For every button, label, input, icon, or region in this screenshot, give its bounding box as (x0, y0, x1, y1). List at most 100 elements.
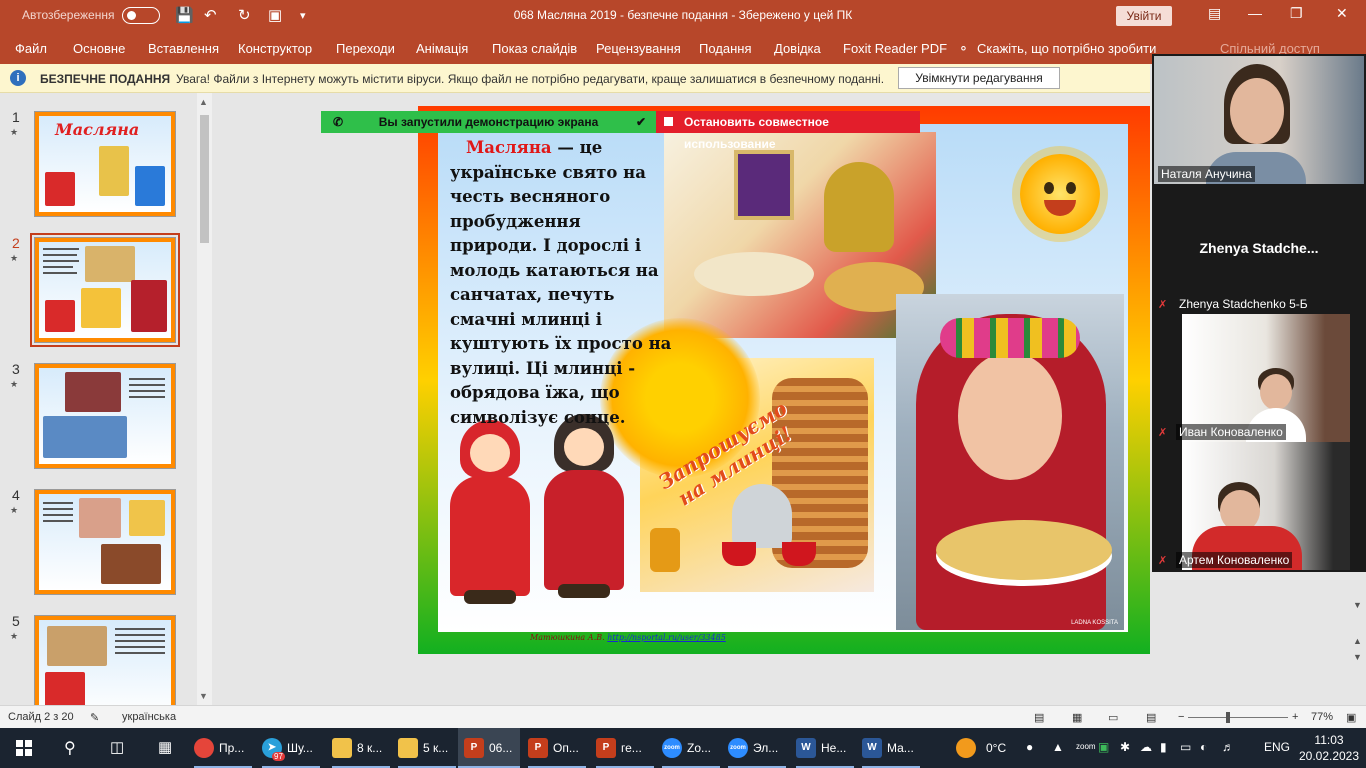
show-hidden-icons[interactable]: ▲ (1052, 740, 1064, 754)
phone-icon: ✆ (333, 115, 344, 129)
tab-review[interactable]: Рецензування (596, 41, 681, 56)
display-icon[interactable]: ▭ (1180, 740, 1191, 754)
signin-button[interactable]: Увійти (1116, 6, 1172, 26)
participant-video[interactable]: ✗ Иван Коноваленко (1154, 314, 1364, 442)
restore-icon[interactable]: ❐ (1290, 5, 1303, 22)
windows-start-icon[interactable] (16, 740, 32, 756)
slide-content: Запрошуємо на млинці! LADNA KOSSITA Масл… (438, 124, 1128, 632)
zoom-out-icon[interactable]: − (1178, 711, 1184, 723)
tab-animations[interactable]: Анімація (416, 41, 468, 56)
tab-view[interactable]: Подання (699, 41, 752, 56)
slide-sorter-icon[interactable]: ▦ (1072, 711, 1082, 724)
taskbar-app-zoom[interactable]: zoom Zo... (662, 728, 720, 768)
tray-green-icon[interactable]: ▣ (1098, 740, 1109, 754)
participant-name: Наталя Анучина (1158, 166, 1255, 182)
canvas-scrollbar[interactable]: ▼ ▲ ▼ (1350, 572, 1366, 704)
next-slide-icon[interactable]: ▼ (1353, 652, 1362, 662)
taskbar-app-word[interactable]: W Ма... (862, 728, 920, 768)
taskbar-app-zoom[interactable]: zoom Эл... (728, 728, 786, 768)
weather-temperature[interactable]: 0°C (986, 741, 1006, 755)
scroll-up-icon[interactable]: ▲ (199, 97, 208, 107)
title-bar: Автозбереження 💾 ↶ ↻ ▣ ▾ 068 Масляна 201… (0, 0, 1366, 32)
taskbar-app-folder-5[interactable]: 5 к... (398, 728, 456, 768)
task-view-icon[interactable]: ◫ (110, 738, 124, 756)
spellcheck-icon[interactable]: ✎ (90, 711, 99, 724)
participant-video[interactable]: Zhenya Stadche... ✗ Zhenya Stadchenko 5-… (1154, 186, 1364, 314)
thumbnail-slide-2[interactable]: 2 ★ (0, 219, 200, 347)
tab-file[interactable]: Файл (15, 41, 47, 56)
slide-preview[interactable] (34, 489, 176, 595)
onedrive-icon[interactable]: ☁ (1140, 740, 1152, 754)
taskbar-app-powerpoint[interactable]: P Оп... (528, 728, 586, 768)
taskbar-app-telegram[interactable]: ➤ 97 Шу... (262, 728, 320, 768)
battery-icon[interactable]: ▮ (1160, 740, 1167, 754)
prev-slide-icon[interactable]: ▲ (1353, 636, 1362, 646)
network-icon[interactable]: ◐ (1200, 740, 1207, 754)
bluetooth-icon[interactable]: ✱ (1120, 740, 1130, 754)
thumb-title: Масляна (55, 120, 140, 139)
taskbar-app-powerpoint[interactable]: P ге... (596, 728, 654, 768)
slide-number: 5 (12, 613, 20, 629)
stop-sharing-button[interactable]: Остановить совместное использование (656, 111, 920, 151)
tab-help[interactable]: Довідка (774, 41, 821, 56)
normal-view-icon[interactable]: ▤ (1034, 711, 1044, 724)
ribbon-display-icon[interactable]: ▤ (1208, 5, 1221, 22)
taskbar-app-word[interactable]: W Не... (796, 728, 854, 768)
volume-icon[interactable]: ♬ (1222, 740, 1234, 754)
scroll-thumb[interactable] (200, 115, 209, 243)
muted-mic-icon: ✗ (1158, 555, 1168, 567)
slideshow-icon[interactable]: ▤ (1146, 711, 1156, 724)
powerpoint-icon: P (528, 738, 548, 758)
protected-view-bar: i БЕЗПЕЧНЕ ПОДАННЯ Увага! Файли з Інтерн… (0, 64, 1150, 93)
tab-foxit[interactable]: Foxit Reader PDF (843, 41, 947, 56)
thumbnail-slide-4[interactable]: 4 ★ (0, 471, 200, 595)
tab-design[interactable]: Конструктор (238, 41, 312, 56)
zoom-slider[interactable] (1188, 717, 1288, 718)
tab-home[interactable]: Основне (73, 41, 125, 56)
thumbnail-slide-5[interactable]: 5 ★ (0, 597, 200, 721)
taskbar-app-powerpoint-active[interactable]: P 06... (458, 728, 520, 768)
enable-editing-button[interactable]: Увімкнути редагування (898, 67, 1060, 89)
thumbnail-slide-3[interactable]: 3 ★ (0, 345, 200, 469)
tab-insert[interactable]: Вставлення (148, 41, 219, 56)
word-icon: W (796, 738, 816, 758)
thumbnail-slide-1[interactable]: 1 ★ Масляна (0, 93, 200, 217)
taskbar-app-chrome[interactable]: Пр... (194, 728, 252, 768)
clock[interactable]: 11:03 20.02.2023 (1298, 732, 1360, 764)
tell-me-search[interactable]: Скажіть, що потрібно зробити (977, 41, 1156, 56)
girl-with-pancakes-image: LADNA KOSSITA (896, 294, 1124, 630)
participant-video[interactable]: Наталя Анучина (1154, 56, 1364, 184)
zoom-slider-thumb[interactable] (1226, 712, 1230, 723)
tray-app-icon[interactable]: ● (1026, 740, 1033, 754)
close-icon[interactable]: ✕ (1336, 5, 1348, 22)
language-indicator[interactable]: українська (122, 711, 176, 723)
fit-to-window-icon[interactable]: ▣ (1346, 711, 1356, 724)
slide-thumbnail-pane: 1 ★ Масляна 2 ★ 3 ★ 4 ★ 5 ★ (0, 93, 212, 721)
minimize-icon[interactable]: — (1248, 5, 1262, 21)
animation-star-icon: ★ (10, 505, 19, 515)
calculator-icon[interactable]: ▦ (158, 738, 172, 756)
reading-view-icon[interactable]: ▭ (1108, 711, 1118, 724)
scroll-down-icon[interactable]: ▼ (199, 691, 208, 701)
zoom-tray-icon[interactable]: zoom (1076, 742, 1096, 751)
zoom-in-icon[interactable]: + (1292, 711, 1298, 723)
protected-view-title: БЕЗПЕЧНЕ ПОДАННЯ (40, 72, 171, 86)
input-language[interactable]: ENG (1264, 740, 1290, 754)
participant-display-name: Zhenya Stadche... (1199, 240, 1319, 256)
participant-video[interactable]: ✗ Артем Коноваленко (1154, 442, 1364, 570)
zoom-level[interactable]: 77% (1311, 711, 1333, 723)
credit-link[interactable]: http://nsportal.ru/user/33485 (607, 633, 726, 642)
slide-preview[interactable] (34, 363, 176, 469)
taskbar-app-folder-8[interactable]: 8 к... (332, 728, 390, 768)
slide-preview-selected[interactable] (30, 233, 180, 347)
clock-date: 20.02.2023 (1298, 749, 1360, 763)
search-icon[interactable]: ⚲ (64, 738, 76, 758)
tab-transitions[interactable]: Переходи (336, 41, 395, 56)
tab-slideshow[interactable]: Показ слайдів (492, 41, 577, 56)
slide-preview[interactable]: Масляна (34, 111, 176, 217)
participant-name: Артем Коноваленко (1176, 552, 1293, 568)
scroll-down-icon[interactable]: ▼ (1353, 600, 1362, 610)
stop-icon (664, 117, 673, 126)
thumbnail-scrollbar[interactable]: ▲ ▼ (197, 93, 212, 705)
slide-body-text: Масляна — це українське свято на честь в… (450, 138, 672, 427)
